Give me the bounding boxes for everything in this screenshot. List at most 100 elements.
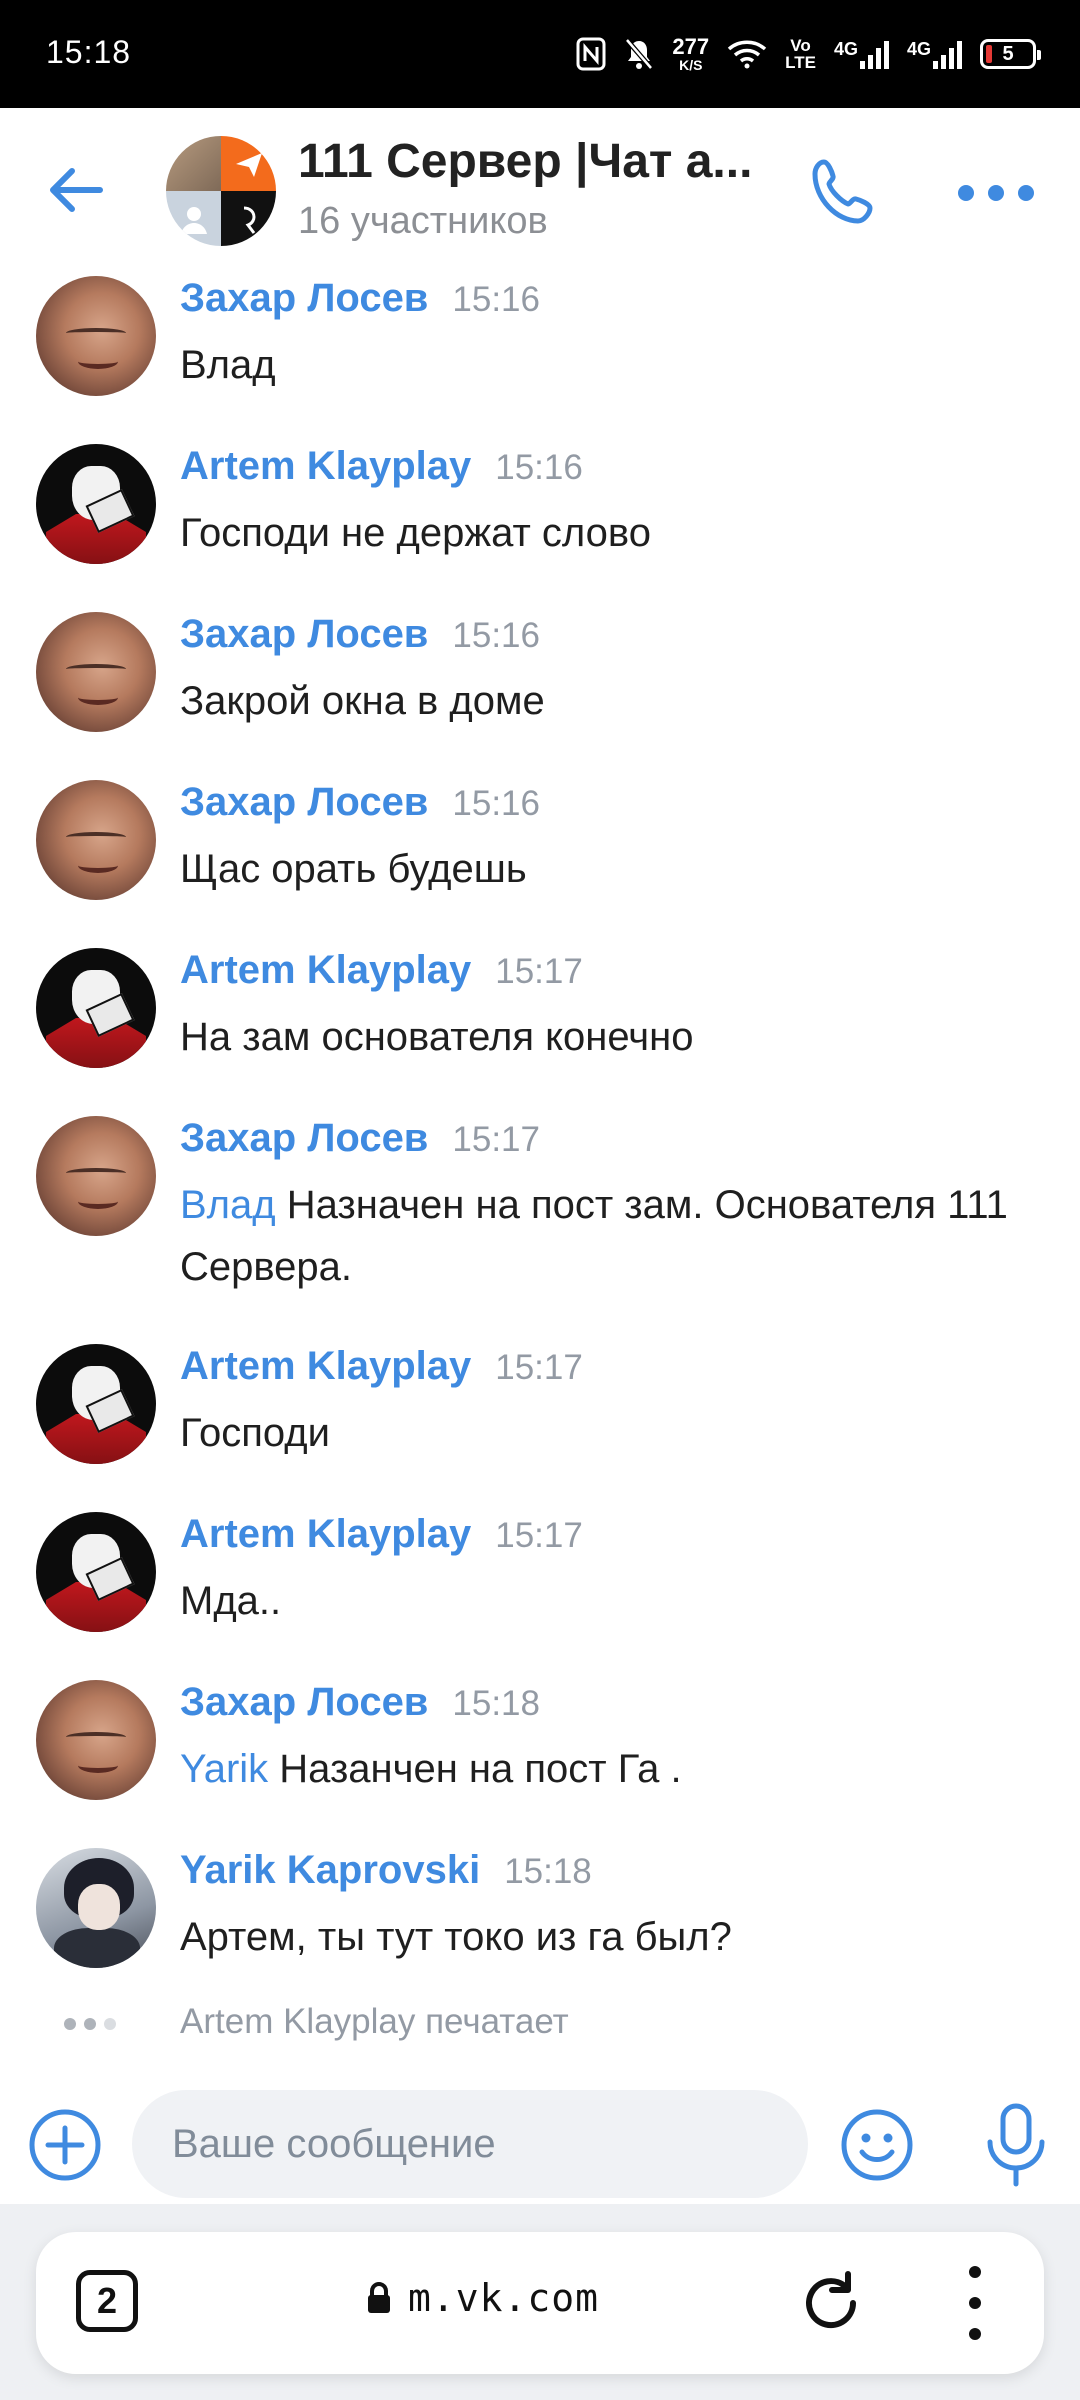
browser-toolbar: 2 m.vk.com xyxy=(0,2204,1080,2400)
dot-icon xyxy=(988,185,1004,201)
typing-text: Artem Klayplay печатает xyxy=(180,2002,569,2041)
net-speed-value: 277 xyxy=(672,34,710,59)
avatar-part-dark xyxy=(221,191,276,246)
avatar-part-photo xyxy=(166,136,221,191)
typing-dots-icon xyxy=(64,2018,116,2030)
message-author[interactable]: Захар Лосев xyxy=(180,780,428,825)
signal-sim1: 4G xyxy=(834,39,889,69)
message-text: Закрой окна в доме xyxy=(180,679,545,723)
status-bar: 15:18 277 K/S Vo LTE 4G 4G 5 xyxy=(0,0,1080,108)
typing-indicator: Artem Klayplay печатает xyxy=(0,1998,1080,2048)
message-time: 15:17 xyxy=(495,952,583,991)
arrow-left-icon xyxy=(50,168,103,212)
browser-menu-button[interactable] xyxy=(960,2266,990,2340)
message-text-body: Назанчен на пост Га . xyxy=(268,1747,682,1791)
smile-icon xyxy=(841,2109,913,2181)
nfc-icon xyxy=(576,37,606,71)
back-button[interactable] xyxy=(44,158,108,222)
chat-title[interactable]: 111 Сервер |Чат а... xyxy=(298,134,778,189)
mention-link[interactable]: Влад xyxy=(180,1183,276,1227)
message-text: Артем, ты тут токо из га был? xyxy=(180,1915,732,1959)
mute-bell-icon xyxy=(624,37,654,71)
address-bar[interactable]: m.vk.com xyxy=(366,2276,599,2320)
message-text-body: Назначен на пост зам. Основателя 111 Сер… xyxy=(180,1183,1008,1289)
net-type-1: 4G xyxy=(833,39,858,59)
url-text[interactable]: m.vk.com xyxy=(408,2276,599,2320)
message-time: 15:16 xyxy=(495,448,583,487)
reload-button[interactable] xyxy=(796,2268,866,2338)
voice-message-button[interactable] xyxy=(976,2100,1056,2190)
message-author[interactable]: Захар Лосев xyxy=(180,612,428,657)
volte-top: Vo xyxy=(790,36,811,55)
message-author[interactable]: Захар Лосев xyxy=(180,1116,428,1161)
signal-sim2: 4G xyxy=(907,39,962,69)
browser-pill: 2 m.vk.com xyxy=(36,2232,1044,2374)
avatar[interactable] xyxy=(36,276,156,396)
more-options-button[interactable] xyxy=(958,168,1034,218)
dot-icon xyxy=(958,185,974,201)
message-author[interactable]: Artem Klayplay xyxy=(180,1344,471,1389)
mention-link[interactable]: Yarik xyxy=(180,1747,268,1791)
message-text: Господи не держат слово xyxy=(180,511,651,555)
message-text: Мда.. xyxy=(180,1579,282,1623)
avatar[interactable] xyxy=(36,780,156,900)
message-author[interactable]: Захар Лосев xyxy=(180,1680,428,1725)
avatar-part-plane xyxy=(221,136,276,191)
message-author[interactable]: Захар Лосев xyxy=(180,276,428,321)
avatar[interactable] xyxy=(36,1512,156,1632)
message-composer xyxy=(0,2080,1080,2204)
message-text: Влад xyxy=(180,343,276,387)
dot-icon xyxy=(969,2266,981,2278)
avatar[interactable] xyxy=(36,948,156,1068)
message-list[interactable]: Захар Лосев 15:16 Влад Artem Klayplay 15:1… xyxy=(0,276,1080,2051)
avatar[interactable] xyxy=(36,1680,156,1800)
message-author[interactable]: Artem Klayplay xyxy=(180,1512,471,1557)
battery-level: 5 xyxy=(1002,42,1014,65)
message-author[interactable]: Artem Klayplay xyxy=(180,444,471,489)
avatar[interactable] xyxy=(36,612,156,732)
message-time: 15:16 xyxy=(452,280,540,319)
attach-button[interactable] xyxy=(26,2106,104,2184)
message-time: 15:17 xyxy=(495,1348,583,1387)
message-author[interactable]: Artem Klayplay xyxy=(180,948,471,993)
net-speed: 277 K/S xyxy=(672,34,710,73)
net-type-2: 4G xyxy=(906,39,931,59)
call-button[interactable] xyxy=(806,154,882,230)
chat-avatar[interactable] xyxy=(166,136,276,246)
message-time: 15:16 xyxy=(452,616,540,655)
plus-circle-icon xyxy=(29,2109,101,2181)
avatar[interactable] xyxy=(36,1344,156,1464)
dot-icon xyxy=(1018,185,1034,201)
message-text: На зам основателя конечно xyxy=(180,1015,694,1059)
message-time: 15:17 xyxy=(452,1120,540,1159)
status-icons: 277 K/S Vo LTE 4G 4G 5 xyxy=(576,26,1041,82)
tabs-button[interactable]: 2 xyxy=(76,2270,138,2332)
wifi-icon xyxy=(727,39,767,69)
message-time: 15:16 xyxy=(452,784,540,823)
phone-icon xyxy=(812,159,873,224)
status-time: 15:18 xyxy=(46,34,132,70)
message-author[interactable]: Yarik Kaprovski xyxy=(180,1848,480,1893)
reload-icon xyxy=(806,2271,857,2329)
avatar[interactable] xyxy=(36,444,156,564)
message-input[interactable] xyxy=(132,2090,808,2198)
emoji-button[interactable] xyxy=(838,2106,916,2184)
message-time: 15:18 xyxy=(504,1852,592,1891)
net-speed-unit: K/S xyxy=(679,57,703,73)
signal-bars-icon xyxy=(859,39,889,69)
microphone-icon xyxy=(987,2103,1045,2187)
chat-members-count[interactable]: 16 участников xyxy=(298,200,548,243)
avatar[interactable] xyxy=(36,1848,156,1968)
avatar[interactable] xyxy=(36,1116,156,1236)
avatar-part-user xyxy=(166,191,221,246)
chat-header: 111 Сервер |Чат а... 16 участников xyxy=(0,108,1080,276)
signal-bars-icon xyxy=(933,39,962,69)
message-time: 15:18 xyxy=(452,1684,540,1723)
message-time: 15:17 xyxy=(495,1516,583,1555)
dot-icon xyxy=(969,2297,981,2309)
battery-icon: 5 xyxy=(980,39,1041,69)
volte-bottom: LTE xyxy=(785,53,816,72)
message-text: Щас орать будешь xyxy=(180,847,527,891)
message-text: Yarik Назанчен на пост Га . xyxy=(180,1738,1040,1800)
volte-indicator: Vo LTE xyxy=(785,37,816,71)
